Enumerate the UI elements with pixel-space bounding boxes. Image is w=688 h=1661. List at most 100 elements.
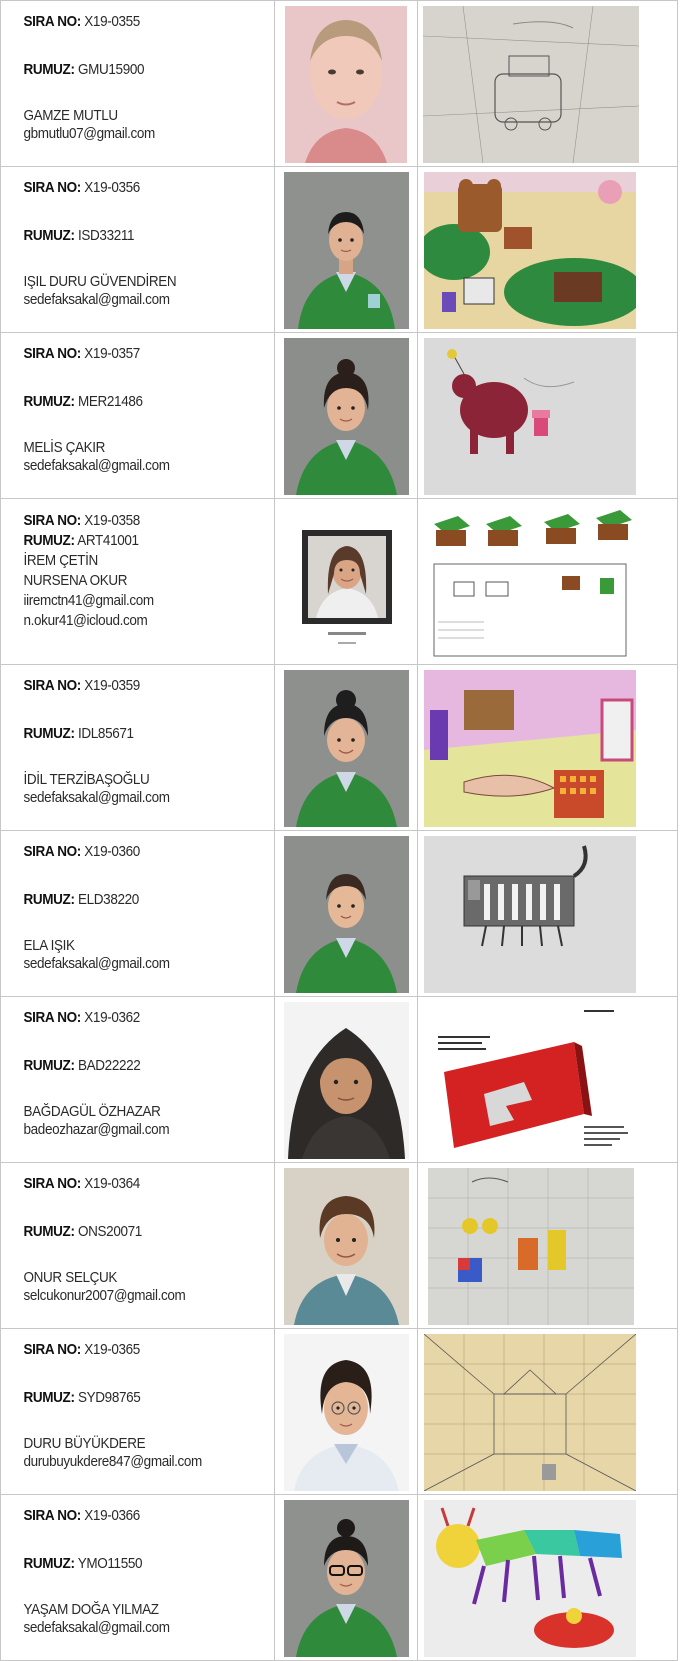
artwork-image	[424, 670, 636, 827]
student-photo	[283, 1334, 409, 1491]
student-email: sedefaksakal@gmail.com	[23, 1619, 170, 1636]
rumuz-label: RUMUZ:	[23, 1057, 75, 1074]
sira-no: X19-0360	[84, 843, 140, 860]
artwork-image	[423, 6, 639, 163]
sira-label: SIRA NO:	[23, 1009, 82, 1026]
entry-row: SIRA NO: X19-0357 RUMUZ: MER21486 MELİS …	[0, 332, 678, 499]
rumuz-label: RUMUZ:	[23, 725, 75, 742]
entry-row: SIRA NO: X19-0359 RUMUZ: IDL85671 İDİL T…	[0, 664, 678, 831]
sira-no: X19-0364	[84, 1175, 140, 1192]
sira-label: SIRA NO:	[23, 1507, 82, 1524]
artwork-cell	[417, 498, 678, 665]
student-email: iiremctn41@gmail.com	[23, 592, 155, 609]
entry-info-cell: SIRA NO: X19-0360 RUMUZ: ELD38220 ELA IŞ…	[0, 830, 275, 997]
rumuz-label: RUMUZ:	[23, 1223, 75, 1240]
sira-label: SIRA NO:	[23, 677, 82, 694]
student-name: IŞIL DURU GÜVENDİREN	[23, 273, 177, 290]
student-email: sedefaksakal@gmail.com	[23, 457, 170, 474]
rumuz-label: RUMUZ:	[23, 1555, 75, 1572]
entry-row: SIRA NO: X19-0360 RUMUZ: ELD38220 ELA IŞ…	[0, 830, 678, 997]
artwork-image	[424, 504, 636, 661]
artwork-cell	[417, 1494, 678, 1661]
sira-label: SIRA NO:	[23, 512, 82, 529]
student-name: NURSENA OKUR	[23, 572, 128, 589]
entry-info-cell: SIRA NO: X19-0358 RUMUZ: ART41001 İREM Ç…	[0, 498, 275, 665]
student-name: İDİL TERZİBAŞOĞLU	[23, 771, 150, 788]
entry-row: SIRA NO: X19-0366 RUMUZ: YMO11550 YAŞAM …	[0, 1494, 678, 1661]
entry-info-cell: SIRA NO: X19-0362 RUMUZ: BAD22222 BAĞDAG…	[0, 996, 275, 1163]
entry-row: SIRA NO: X19-0358 RUMUZ: ART41001 İREM Ç…	[0, 498, 678, 665]
rumuz-label: RUMUZ:	[23, 227, 75, 244]
sira-label: SIRA NO:	[23, 843, 82, 860]
student-photo	[285, 6, 407, 163]
student-photo-cell	[274, 332, 418, 499]
sira-label: SIRA NO:	[23, 1175, 82, 1192]
entries-table: SIRA NO: X19-0355 RUMUZ: GMU15900 GAMZE …	[0, 0, 678, 1661]
artwork-image	[424, 836, 636, 993]
artwork-cell	[417, 830, 678, 997]
student-photo	[283, 1500, 409, 1657]
student-email: durubuyukdere847@gmail.com	[23, 1453, 203, 1470]
rumuz-label: RUMUZ:	[23, 393, 75, 410]
student-name: BAĞDAGÜL ÖZHAZAR	[23, 1103, 161, 1120]
entry-info-cell: SIRA NO: X19-0355 RUMUZ: GMU15900 GAMZE …	[0, 0, 275, 167]
sira-label: SIRA NO:	[23, 179, 82, 196]
entry-info-cell: SIRA NO: X19-0364 RUMUZ: ONS20071 ONUR S…	[0, 1162, 275, 1329]
student-photo	[283, 338, 409, 495]
rumuz-value: ISD33211	[77, 227, 135, 244]
student-email: gbmutlu07@gmail.com	[23, 125, 156, 142]
student-photo-cell	[274, 498, 418, 665]
entry-row: SIRA NO: X19-0356 RUMUZ: ISD33211 IŞIL D…	[0, 166, 678, 333]
student-email: sedefaksakal@gmail.com	[23, 789, 170, 806]
student-name: MELİS ÇAKIR	[23, 439, 106, 456]
rumuz-value: ONS20071	[77, 1223, 142, 1240]
student-email: n.okur41@icloud.com	[23, 612, 148, 629]
artwork-cell	[417, 996, 678, 1163]
rumuz-value: GMU15900	[77, 61, 145, 78]
artwork-cell	[417, 664, 678, 831]
sira-no: X19-0366	[84, 1507, 140, 1524]
entry-info-cell: SIRA NO: X19-0359 RUMUZ: IDL85671 İDİL T…	[0, 664, 275, 831]
rumuz-value: BAD22222	[77, 1057, 141, 1074]
sira-label: SIRA NO:	[23, 13, 82, 30]
artwork-cell	[417, 0, 678, 167]
artwork-cell	[417, 1328, 678, 1495]
artwork-image	[424, 1334, 636, 1491]
rumuz-label: RUMUZ:	[23, 891, 75, 908]
student-photo-cell	[274, 1162, 418, 1329]
sira-no: X19-0359	[84, 677, 140, 694]
entry-row: SIRA NO: X19-0362 RUMUZ: BAD22222 BAĞDAG…	[0, 996, 678, 1163]
artwork-image	[424, 1500, 636, 1657]
student-photo	[283, 1002, 409, 1159]
rumuz-value: YMO11550	[77, 1555, 143, 1572]
entry-info-cell: SIRA NO: X19-0357 RUMUZ: MER21486 MELİS …	[0, 332, 275, 499]
rumuz-label: RUMUZ:	[23, 61, 75, 78]
student-photo-cell	[274, 1494, 418, 1661]
student-photo	[283, 504, 409, 661]
student-email: selcukonur2007@gmail.com	[23, 1287, 186, 1304]
entry-info-cell: SIRA NO: X19-0356 RUMUZ: ISD33211 IŞIL D…	[0, 166, 275, 333]
student-name: DURU BÜYÜKDERE	[23, 1435, 146, 1452]
artwork-image	[424, 1002, 636, 1159]
artwork-image	[428, 1168, 634, 1325]
rumuz-value: MER21486	[77, 393, 143, 410]
artwork-image	[424, 172, 636, 329]
student-email: sedefaksakal@gmail.com	[23, 291, 170, 308]
sira-no: X19-0365	[84, 1341, 140, 1358]
rumuz-value: ART41001	[77, 532, 139, 549]
student-photo	[283, 172, 409, 329]
student-photo	[283, 836, 409, 993]
student-photo-cell	[274, 1328, 418, 1495]
artwork-cell	[417, 1162, 678, 1329]
student-photo	[283, 1168, 409, 1325]
entry-row: SIRA NO: X19-0355 RUMUZ: GMU15900 GAMZE …	[0, 0, 678, 167]
rumuz-value: ELD38220	[77, 891, 139, 908]
student-photo-cell	[274, 664, 418, 831]
student-photo-cell	[274, 830, 418, 997]
rumuz-value: IDL85671	[77, 725, 134, 742]
artwork-image	[424, 338, 636, 495]
student-name: ELA IŞIK	[23, 937, 76, 954]
student-name: İREM ÇETİN	[23, 552, 99, 569]
student-name: ONUR SELÇUK	[23, 1269, 118, 1286]
student-email: badeozhazar@gmail.com	[23, 1121, 170, 1138]
